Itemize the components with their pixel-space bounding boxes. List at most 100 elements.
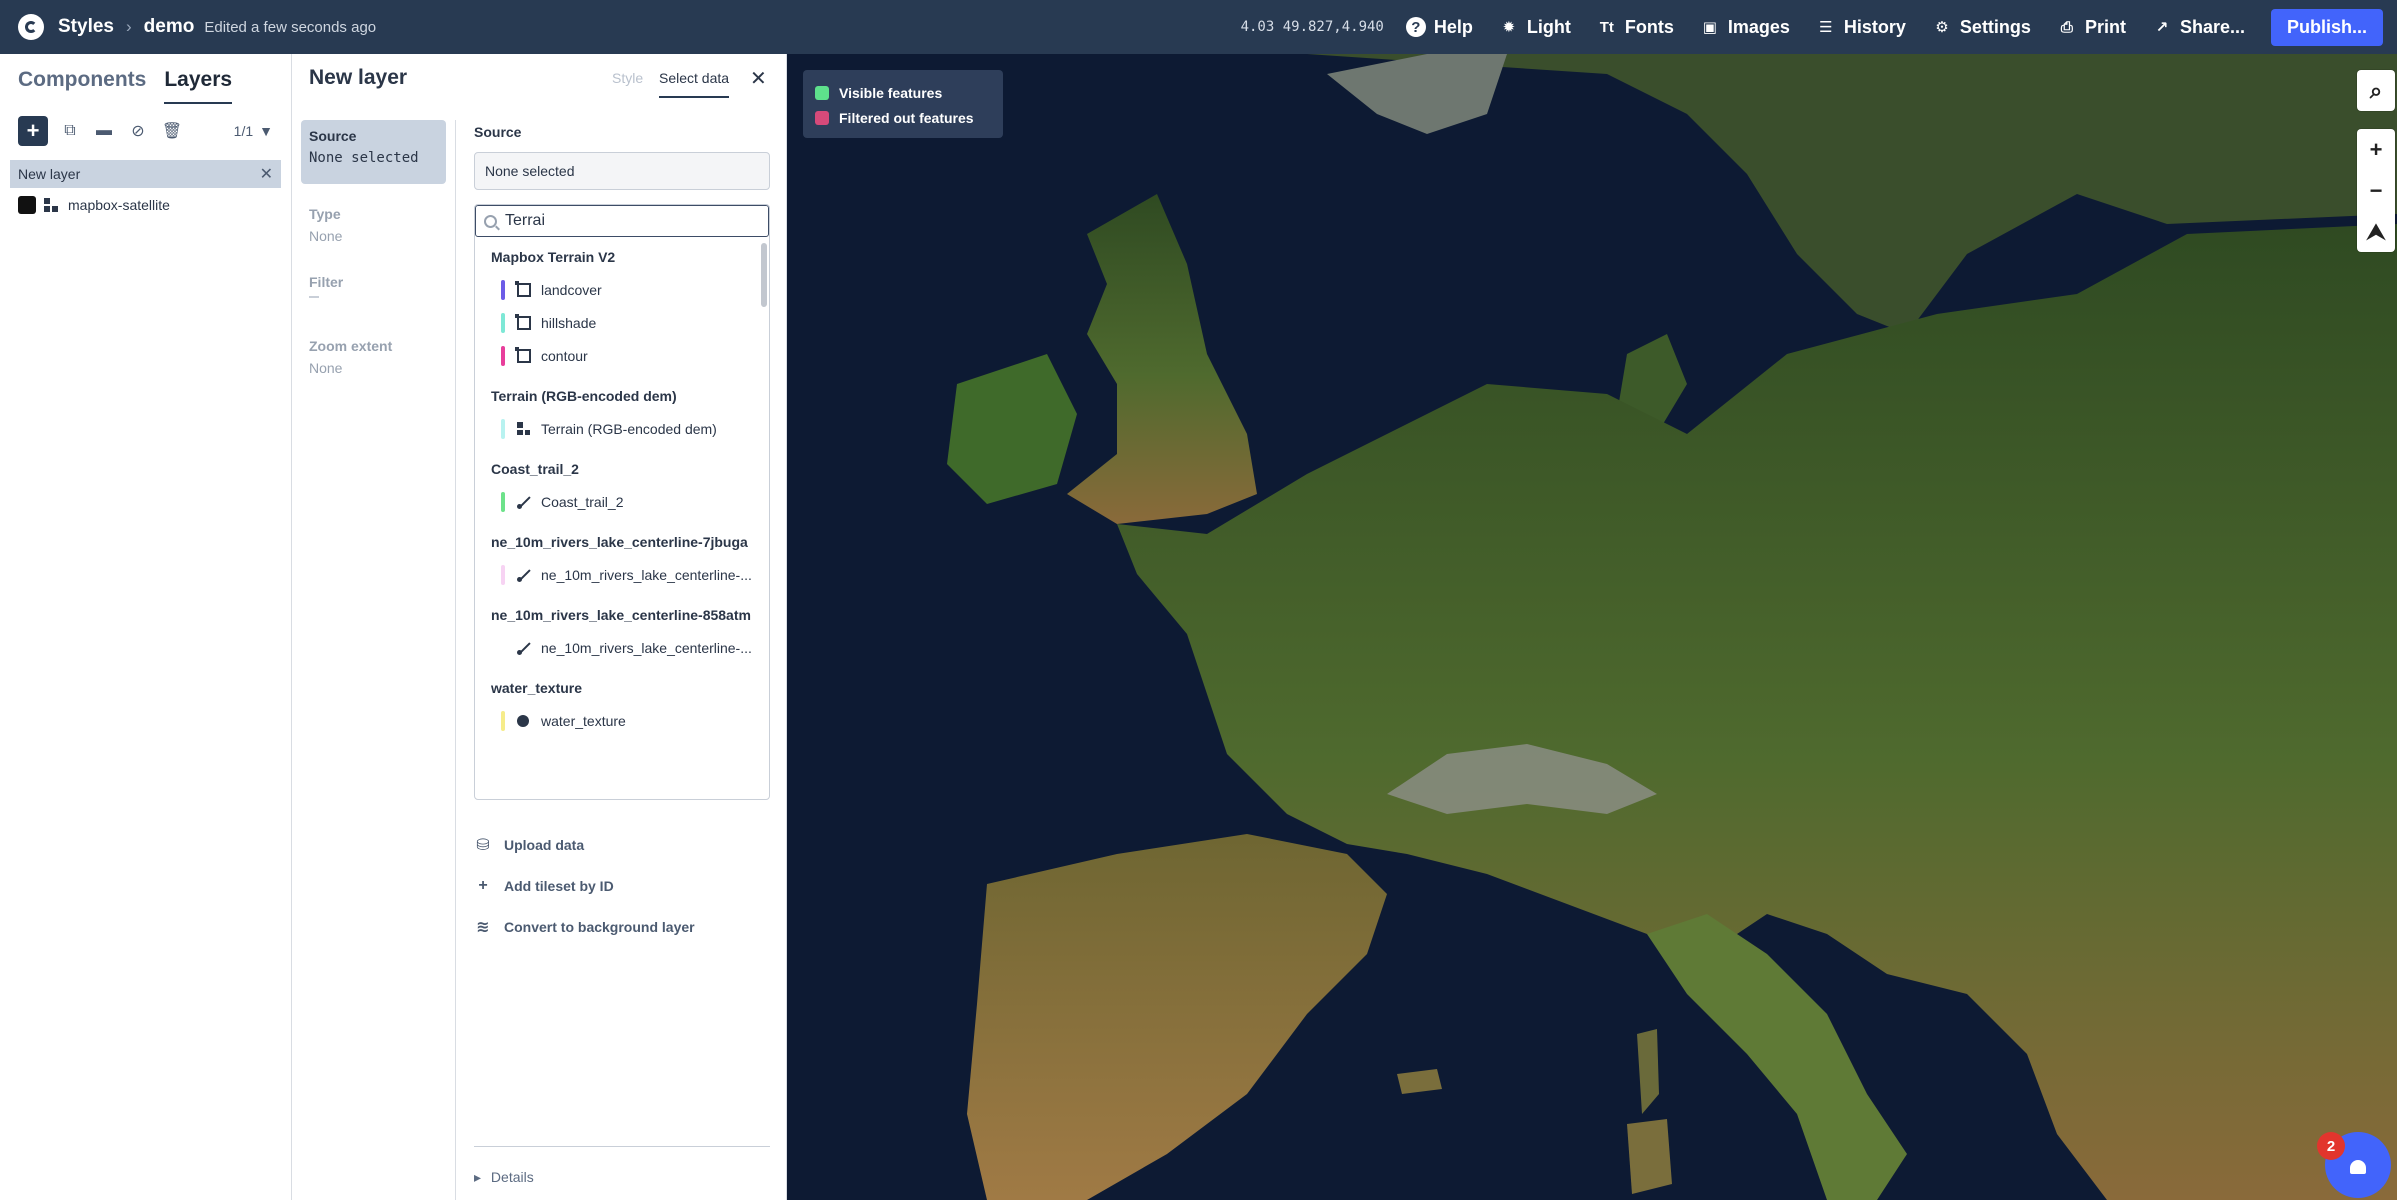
- source-heading: Source: [474, 124, 522, 140]
- property-label: Source: [309, 128, 357, 144]
- light-button[interactable]: ✹ Light: [1499, 17, 1571, 38]
- source-layer-name: water_texture: [541, 712, 626, 729]
- add-layer-button[interactable]: +: [18, 116, 48, 146]
- source-layer-item[interactable]: hillshade: [491, 306, 753, 339]
- legend-label: Visible features: [839, 84, 943, 101]
- filter-icon[interactable]: ▼: [259, 123, 273, 139]
- layer-color-bar: [501, 312, 505, 333]
- zoom-in-button[interactable]: +: [2357, 129, 2395, 170]
- breadcrumb-styles[interactable]: Styles: [58, 16, 114, 38]
- property-label: Zoom extent: [309, 338, 393, 354]
- property-value: None selected: [309, 150, 419, 166]
- tab-components[interactable]: Components: [18, 68, 146, 104]
- layer-row[interactable]: mapbox-satellite: [18, 196, 281, 214]
- map-nav-controls: + − ⮝: [2357, 129, 2395, 252]
- trash-icon[interactable]: 🗑: [160, 119, 184, 143]
- layer-color-bar: [501, 564, 505, 585]
- duplicate-icon[interactable]: ⧉: [58, 119, 82, 143]
- mapbox-logo-icon[interactable]: [18, 14, 44, 40]
- print-button[interactable]: ⎙ Print: [2057, 17, 2126, 38]
- raster-icon: [517, 422, 530, 435]
- source-group: ne_10m_rivers_lake_centerline-858atm ne_1…: [491, 605, 753, 664]
- source-layer-name: Coast_trail_2: [541, 493, 624, 510]
- source-layer-name: Terrain (RGB-encoded dem): [541, 420, 717, 437]
- publish-button[interactable]: Publish...: [2270, 8, 2383, 46]
- sun-icon: ✹: [1502, 19, 1516, 36]
- tab-select-data[interactable]: Select data: [659, 70, 730, 98]
- search-icon[interactable]: ⌕: [2357, 70, 2395, 111]
- source-group-title: Coast_trail_2: [491, 461, 579, 477]
- source-search[interactable]: [475, 205, 769, 237]
- compass-icon[interactable]: ⮝: [2357, 211, 2395, 252]
- selected-layer-name: New layer: [18, 166, 81, 182]
- close-icon[interactable]: ✕: [260, 164, 273, 184]
- source-group-title: Mapbox Terrain V2: [491, 249, 616, 265]
- convert-label: Convert to background layer: [504, 918, 695, 935]
- property-value: None: [309, 228, 343, 244]
- zoom-out-button[interactable]: −: [2357, 170, 2395, 211]
- layer-editor: New layer Style Select data ✕ Source Non…: [292, 54, 787, 1200]
- gear-icon: ⚙: [1935, 19, 1949, 36]
- help-label: Help: [1433, 16, 1473, 37]
- details-label: Details: [490, 1169, 534, 1185]
- property-source[interactable]: Source None selected: [301, 120, 446, 184]
- property-type[interactable]: Type None: [301, 198, 446, 252]
- settings-button[interactable]: ⚙ Settings: [1932, 17, 2031, 38]
- source-layer-item[interactable]: contour: [491, 339, 753, 372]
- layer-color-bar: [501, 279, 505, 300]
- details-toggle[interactable]: ▸ Details: [474, 1146, 770, 1186]
- map-canvas[interactable]: Visible features Filtered out features ⌕…: [787, 54, 2397, 1200]
- source-layer-item[interactable]: landcover: [491, 273, 753, 306]
- fonts-label: Fonts: [1624, 16, 1674, 37]
- bell-icon: [2350, 1160, 2366, 1174]
- history-label: History: [1843, 16, 1906, 37]
- layer-color-bar: [501, 345, 505, 366]
- tab-style[interactable]: Style: [612, 70, 643, 86]
- layer-toolbar: + ⧉ ▬ ⊘ 🗑 1/1 ▼: [0, 110, 291, 152]
- source-layer-item[interactable]: ne_10m_rivers_lake_centerline-...: [491, 558, 753, 591]
- style-name[interactable]: demo: [144, 16, 195, 38]
- help-button[interactable]: ? Help: [1405, 16, 1473, 38]
- search-input[interactable]: [505, 212, 745, 230]
- help-icon: ?: [1405, 17, 1426, 37]
- source-layer-item[interactable]: ne_10m_rivers_lake_centerline-...: [491, 631, 753, 664]
- property-zoom-extent[interactable]: Zoom extent None: [301, 330, 446, 384]
- source-selector: Source None selected Mapbox Terrain V2 la…: [474, 120, 770, 947]
- folder-icon[interactable]: ▬: [92, 119, 116, 143]
- source-layer-item[interactable]: Terrain (RGB-encoded dem): [491, 412, 753, 445]
- images-label: Images: [1727, 16, 1790, 37]
- add-tileset-button[interactable]: + Add tileset by ID: [474, 865, 770, 906]
- convert-background-button[interactable]: ≋ Convert to background layer: [474, 906, 770, 947]
- hide-icon[interactable]: ⊘: [126, 119, 150, 143]
- property-filter[interactable]: Filter: [301, 266, 446, 306]
- layer-color-bar: [501, 637, 505, 658]
- notification-badge: 2: [2317, 1132, 2345, 1160]
- share-label: Share...: [2179, 16, 2245, 37]
- line-icon: [517, 641, 531, 655]
- upload-data-button[interactable]: ⛁ Upload data: [474, 824, 770, 865]
- point-icon: [517, 714, 529, 727]
- share-button[interactable]: ↗ Share...: [2152, 17, 2245, 38]
- tab-layers[interactable]: Layers: [164, 68, 233, 104]
- images-button[interactable]: ▣ Images: [1700, 17, 1790, 38]
- source-layer-item[interactable]: Coast_trail_2: [491, 485, 753, 518]
- fonts-button[interactable]: Tt Fonts: [1597, 17, 1674, 38]
- source-dropdown[interactable]: None selected: [474, 152, 770, 190]
- history-icon: ☰: [1819, 19, 1833, 36]
- scrollbar[interactable]: [761, 243, 767, 307]
- layer-color-bar: [501, 418, 505, 439]
- empty-filter-indicator: [309, 296, 319, 298]
- layers-icon: ≋: [476, 918, 490, 936]
- property-label: Filter: [309, 274, 344, 290]
- vector-icon: [515, 280, 531, 297]
- legend-label: Filtered out features: [839, 109, 974, 126]
- feature-legend: Visible features Filtered out features: [803, 70, 1003, 138]
- layer-count: 1/1: [233, 123, 254, 139]
- source-group-title: Terrain (RGB-encoded dem): [491, 388, 677, 404]
- history-button[interactable]: ☰ History: [1816, 17, 1906, 38]
- selected-layer-row[interactable]: New layer ✕: [10, 160, 281, 188]
- source-layer-item[interactable]: water_texture: [491, 704, 753, 737]
- close-icon[interactable]: ✕: [750, 66, 767, 91]
- database-icon: ⛁: [476, 836, 490, 854]
- line-icon: [517, 568, 531, 582]
